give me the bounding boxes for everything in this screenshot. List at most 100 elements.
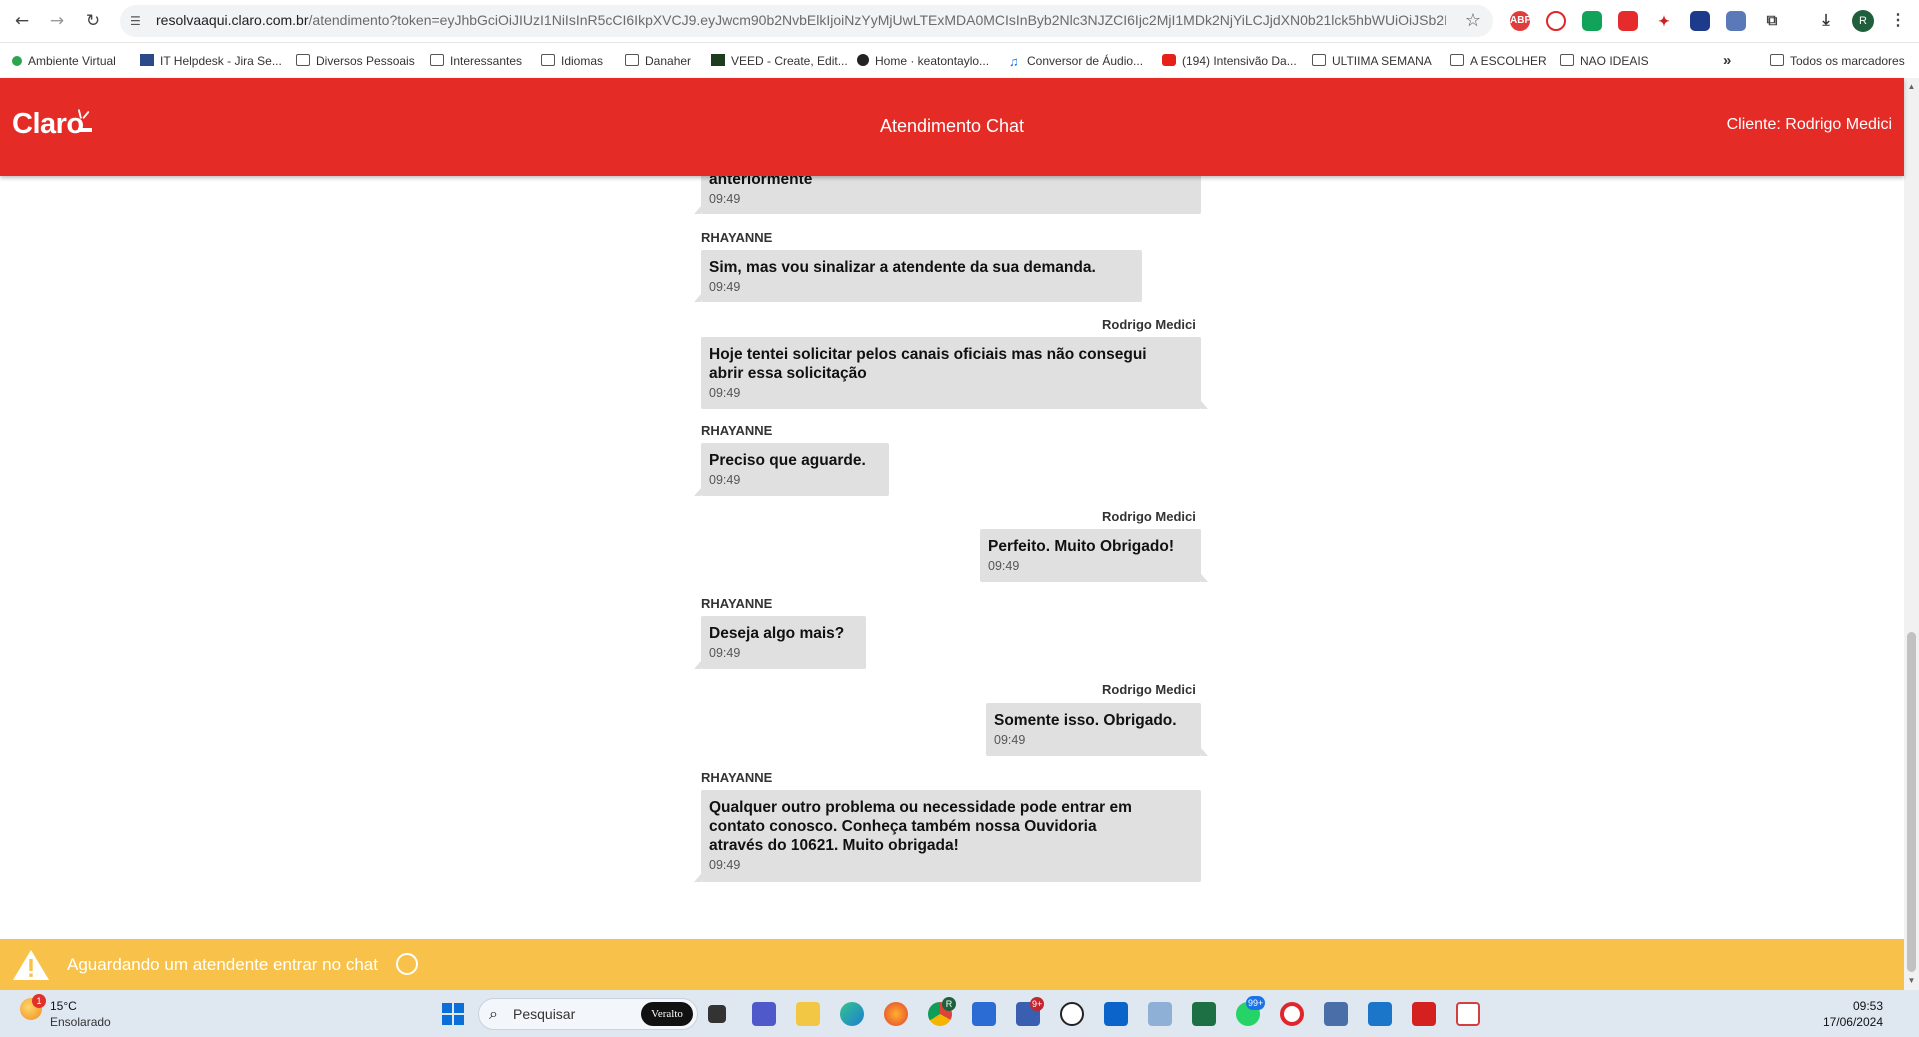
warning-icon <box>13 950 49 980</box>
excel-icon[interactable] <box>1192 1002 1216 1026</box>
clock-time[interactable]: 09:53 <box>1853 999 1883 1013</box>
message-time: 09:49 <box>709 646 741 660</box>
message-bubble: Preciso que aguarde. 09:49 <box>694 443 889 496</box>
forward-icon[interactable]: → <box>46 10 68 32</box>
message-sender: RHAYANNE <box>701 423 773 438</box>
message-time: 09:49 <box>709 858 741 872</box>
outlook-icon[interactable] <box>1104 1002 1128 1026</box>
message-text: Somente isso. Obrigado. <box>994 712 1177 729</box>
all-bookmarks-button[interactable]: Todos os marcadores <box>1770 52 1905 70</box>
bookmark-item[interactable]: (194) Intensivão Da... <box>1162 52 1297 70</box>
client-name: Cliente: Rodrigo Medici <box>1726 116 1892 133</box>
snipping-tool-icon[interactable] <box>1456 1002 1480 1026</box>
notepad-icon[interactable] <box>1368 1002 1392 1026</box>
music-icon: ♫ <box>1009 54 1019 69</box>
folder-icon <box>296 54 310 66</box>
taskbar-search[interactable]: ⌕ Pesquisar Veralto <box>478 998 698 1030</box>
bookmark-star-icon[interactable]: ☆ <box>1465 10 1481 31</box>
search-brand-logo: Veralto <box>641 1002 693 1026</box>
github-icon <box>857 54 869 66</box>
status-text: Aguardando um atendente entrar no chat <box>67 955 378 974</box>
shield-extension-icon[interactable] <box>1582 11 1602 31</box>
edge-icon[interactable] <box>840 1002 864 1026</box>
profile-avatar[interactable]: R <box>1852 10 1874 32</box>
bookmark-item[interactable]: Diversos Pessoais <box>296 52 415 70</box>
site-info-icon[interactable]: ☰ <box>130 13 146 29</box>
file-explorer-icon[interactable] <box>796 1002 820 1026</box>
megaphone-extension-icon[interactable]: ✦ <box>1654 11 1674 31</box>
bookmark-item[interactable]: Interessantes <box>430 52 522 70</box>
bookmark-item[interactable]: NAO IDEAIS <box>1560 52 1649 70</box>
message-time: 09:49 <box>709 386 741 400</box>
message-bubble: Sim, mas vou sinalizar a atendente da su… <box>694 250 1142 302</box>
folder-icon <box>1770 54 1784 66</box>
blue-extension-icon[interactable] <box>1690 11 1710 31</box>
bookmark-item[interactable]: Ambiente Virtual <box>12 52 116 70</box>
menu-kebab-icon[interactable]: ⋮ <box>1888 11 1908 31</box>
task-view-icon[interactable] <box>708 1005 726 1023</box>
remote-desktop-icon[interactable] <box>1324 1002 1348 1026</box>
browser-toolbar: ← → ↻ ☰ resolvaaqui.claro.com.br/atendim… <box>0 0 1919 43</box>
message-text: Qualquer outro problema ou necessidade p… <box>709 799 1132 854</box>
download-extension-icon[interactable] <box>1726 11 1746 31</box>
weather-badge: 1 <box>32 994 46 1008</box>
back-icon[interactable]: ← <box>11 10 33 32</box>
bookmark-item[interactable]: A ESCOLHER <box>1450 52 1547 70</box>
bookmark-item[interactable]: VEED - Create, Edit... <box>711 52 848 70</box>
headset-icon[interactable] <box>1060 1002 1084 1026</box>
message-sender: RHAYANNE <box>701 596 773 611</box>
address-bar[interactable]: ☰ resolvaaqui.claro.com.br/atendimento?t… <box>120 5 1493 37</box>
app-header: Claro Atendimento Chat Cliente: Rodrigo … <box>0 78 1904 176</box>
message-bubble: anteriormente 09:49 <box>694 176 1201 214</box>
message-text: Sim, mas vou sinalizar a atendente da su… <box>709 259 1096 276</box>
chat-messages[interactable]: anteriormente 09:49 RHAYANNE Sim, mas vo… <box>0 176 1904 939</box>
message-time: 09:49 <box>709 280 741 294</box>
adblock-extension-icon[interactable]: ABP <box>1510 11 1531 31</box>
store-icon[interactable] <box>972 1002 996 1026</box>
veed-icon <box>711 54 725 66</box>
waiting-status-bar: Aguardando um atendente entrar no chat <box>0 939 1904 990</box>
bookmarks-bar: Ambiente Virtual IT Helpdesk - Jira Se..… <box>0 43 1919 77</box>
firefox-icon[interactable] <box>884 1002 908 1026</box>
message-sender: Rodrigo Medici <box>1102 509 1196 524</box>
teams-icon[interactable] <box>752 1002 776 1026</box>
message-bubble: Deseja algo mais? 09:49 <box>694 616 866 669</box>
message-text: Hoje tentei solicitar pelos canais ofici… <box>709 346 1147 382</box>
scroll-up-icon[interactable]: ▲ <box>1907 82 1916 91</box>
url-text[interactable]: resolvaaqui.claro.com.br/atendimento?tok… <box>156 12 1446 30</box>
acrobat-icon[interactable] <box>1412 1002 1436 1026</box>
folder-icon <box>1450 54 1464 66</box>
message-text: anteriormente <box>709 176 813 188</box>
bookmark-item[interactable]: IT Helpdesk - Jira Se... <box>140 52 282 70</box>
message-sender: Rodrigo Medici <box>1102 317 1196 332</box>
loading-spinner-icon <box>396 953 418 975</box>
network-app-icon[interactable] <box>1148 1002 1172 1026</box>
jira-icon <box>140 54 154 66</box>
message-sender: RHAYANNE <box>701 230 773 245</box>
bookmark-item[interactable]: Home · keatontaylo... <box>857 52 989 70</box>
scroll-down-icon[interactable]: ▼ <box>1907 976 1916 985</box>
bookmark-item[interactable]: ULTIIMA SEMANA <box>1312 52 1432 70</box>
message-bubble: Somente isso. Obrigado. 09:49 <box>986 703 1208 756</box>
search-placeholder: Pesquisar <box>513 1006 576 1022</box>
weather-temperature: 15°C <box>50 999 77 1013</box>
clock-date[interactable]: 17/06/2024 <box>1823 1015 1883 1029</box>
teams-notification-badge: 9+ <box>1030 997 1045 1011</box>
puzzle-extensions-icon[interactable]: ⧉ <box>1762 11 1782 31</box>
folder-icon <box>1312 54 1326 66</box>
bookmark-item[interactable]: Danaher <box>625 52 691 70</box>
scrollbar-thumb[interactable] <box>1907 632 1916 972</box>
downloads-icon[interactable]: ⤓ <box>1816 11 1836 31</box>
bookmark-item[interactable]: ♫ Conversor de Áudio... <box>1009 52 1143 70</box>
page-title: Atendimento Chat <box>879 116 1025 136</box>
opera-icon[interactable] <box>1280 1002 1304 1026</box>
youtube-extension-icon[interactable] <box>1618 11 1638 31</box>
bookmarks-overflow-button[interactable]: » <box>1723 52 1731 70</box>
bookmark-item[interactable]: Idiomas <box>541 52 603 70</box>
opera-extension-icon[interactable] <box>1546 11 1566 31</box>
message-bubble: Hoje tentei solicitar pelos canais ofici… <box>701 337 1208 409</box>
reload-icon[interactable]: ↻ <box>82 10 104 32</box>
page-scrollbar[interactable]: ▲ ▼ <box>1904 78 1919 990</box>
message-sender: Rodrigo Medici <box>1102 682 1196 697</box>
windows-start-icon[interactable] <box>441 1002 465 1026</box>
